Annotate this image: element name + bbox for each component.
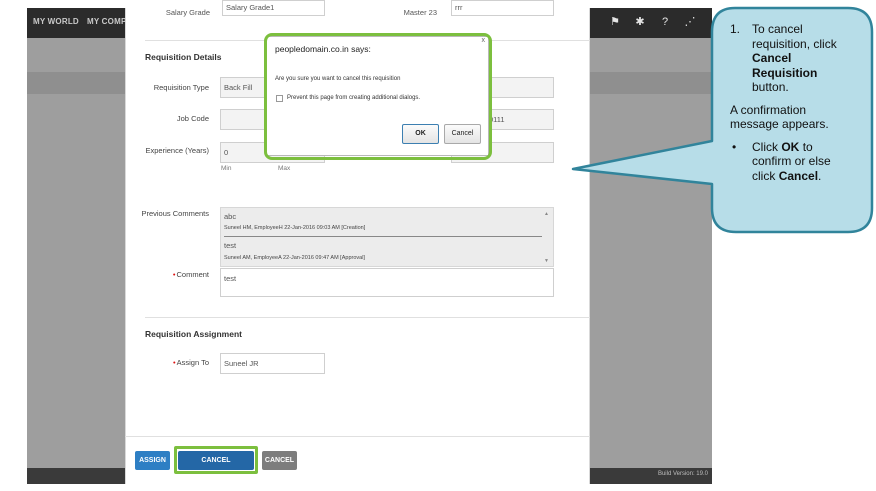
max-label: Max <box>278 165 291 172</box>
requisition-type-label: Requisition Type <box>153 83 209 92</box>
step-number: 1. <box>730 22 741 36</box>
dialog-highlight <box>264 33 492 160</box>
callout-paragraph: A confirmation message appears. <box>730 102 829 132</box>
callout-bullet: • Click OK to confirm or else click Canc… <box>730 140 852 184</box>
bullet-dot: • <box>732 139 737 154</box>
nav-my-world[interactable]: MY WORLD <box>33 17 79 26</box>
callout-step: 1. To cancel requisition, click Cancel R… <box>730 22 852 95</box>
comment-entry-text: abc <box>224 212 237 221</box>
requisition-details-title: Requisition Details <box>145 52 222 62</box>
cancel-term: Cancel <box>778 168 819 183</box>
divider <box>125 436 590 437</box>
cancel-button[interactable]: CANCEL <box>262 451 297 470</box>
ok-term: OK <box>781 139 800 154</box>
previous-comments-box[interactable]: abc Suneel HM, EmployeeH 22-Jan-2016 09:… <box>220 207 554 267</box>
step-body: To cancel requisition, click Cancel Requ… <box>752 22 837 94</box>
experience-label: Experience (Years) <box>145 146 209 155</box>
scroll-down-icon[interactable]: ▼ <box>544 258 549 264</box>
callout-text: 1. To cancel requisition, click Cancel R… <box>730 22 852 183</box>
comment-textarea[interactable]: test <box>220 268 554 297</box>
master-label: Master 23 <box>403 8 437 17</box>
comment-entry-text: test <box>224 241 237 250</box>
requisition-assignment-title: Requisition Assignment <box>145 329 242 339</box>
required-marker: • <box>172 358 176 367</box>
screenshot-stage: MY WORLD MY COMPA ⚑ ✱ ? ⋰ Build Version:… <box>0 0 876 491</box>
bullet-body: Click OK to confirm or else click Cancel… <box>752 139 831 183</box>
cancel-requisition-term: Cancel Requisition <box>752 51 818 80</box>
previous-comments-label: Previous Comments <box>141 209 209 218</box>
divider <box>145 317 590 318</box>
salary-grade-select[interactable]: Salary Grade1 <box>222 0 325 16</box>
scroll-up-icon[interactable]: ▲ <box>544 211 549 217</box>
comment-label: •Comment <box>172 270 209 279</box>
master-select[interactable]: rrr <box>451 0 554 16</box>
job-code-label: Job Code <box>176 114 209 123</box>
assign-to-field[interactable]: Suneel JR <box>220 353 325 374</box>
assign-button[interactable]: ASSIGN <box>135 451 170 470</box>
assign-to-label: •Assign To <box>172 358 209 367</box>
comment-entry-meta: Suneel AM, EmployeeA 22-Jan-2016 09:47 A… <box>224 255 365 261</box>
comment-separator <box>224 236 542 237</box>
cancel-requisition-button[interactable]: CANCEL REQUISITION <box>178 451 254 483</box>
salary-grade-label: Salary Grade <box>165 8 210 17</box>
build-version: Build Version: 19.0 <box>657 471 708 477</box>
min-label: Min <box>221 165 232 172</box>
comment-entry-meta: Suneel HM, EmployeeH 22-Jan-2016 09:03 A… <box>224 225 366 231</box>
